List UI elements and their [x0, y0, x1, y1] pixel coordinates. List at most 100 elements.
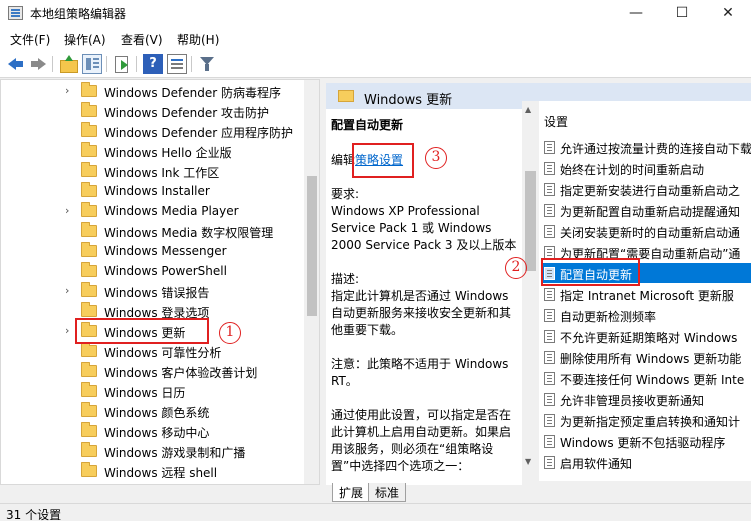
chevron-right-icon[interactable]: › [65, 84, 69, 97]
tab-standard[interactable]: 标准 [368, 483, 407, 502]
setting-label: 指定 Intranet Microsoft 更新服 [560, 289, 734, 303]
settings-scrollbar[interactable]: ▲ ▼ [522, 101, 539, 481]
tree-item[interactable]: › Windows 错误报告 [1, 281, 304, 301]
tree-item-label: Windows 客户体验改善计划 [104, 366, 258, 380]
setting-row[interactable]: 允许通过按流量计费的连接自动下载 [542, 137, 751, 157]
setting-row[interactable]: 启用软件通知 [542, 452, 751, 472]
status-text: 31 个设置 [6, 508, 62, 521]
description-text: 指定此计算机是否通过 Windows 自动更新服务来接收安全更新和其他重要下载。 [331, 289, 512, 337]
tree-item[interactable]: Windows 可靠性分析 [1, 341, 304, 361]
tree-item-label: Windows Defender 防病毒程序 [104, 86, 281, 100]
settings-column-header[interactable]: 设置 [544, 113, 568, 130]
settings-scrollbar-thumb[interactable] [525, 171, 536, 271]
policy-setting-icon [544, 183, 555, 196]
view-tabs: 扩展 标准 [326, 483, 526, 503]
setting-row[interactable]: 关闭安装更新时的自动重新启动通 [542, 221, 751, 241]
tree-item[interactable]: › Windows Defender 防病毒程序 [1, 81, 304, 101]
setting-label: 允许非管理员接收更新通知 [560, 394, 705, 408]
back-arrow-icon[interactable] [6, 54, 26, 74]
forward-arrow-icon[interactable] [28, 54, 48, 74]
tree-item[interactable]: Windows Installer [1, 181, 304, 201]
folder-icon [81, 262, 97, 277]
annotation-highlight-tree [75, 318, 209, 344]
setting-row[interactable]: 为更新指定预定重启转换和通知计 [542, 410, 751, 430]
scroll-down-icon[interactable]: ▼ [525, 457, 531, 466]
requirements-label: 要求: [331, 187, 360, 201]
folder-icon [81, 462, 97, 477]
tree-item[interactable]: Windows Defender 应用程序防护 [1, 121, 304, 141]
policy-setting-icon [544, 309, 555, 322]
show-tree-icon[interactable] [82, 54, 102, 74]
tree-item[interactable]: Windows Hello 企业版 [1, 141, 304, 161]
chevron-right-icon[interactable]: › [65, 284, 69, 297]
policy-setting-icon [544, 288, 555, 301]
tree-item[interactable]: Windows Messenger [1, 241, 304, 261]
folder-icon [81, 102, 97, 117]
setting-row[interactable]: Windows 更新不包括驱动程序 [542, 431, 751, 451]
close-button[interactable]: ✕ [705, 0, 751, 26]
toolbar: ? [0, 50, 751, 78]
settings-list-pane: ▲ ▼ 设置 允许通过按流量计费的连接自动下载 始终在计划的时间重新启动指定更新安… [522, 101, 751, 481]
tree-item-label: Windows Media Player [104, 204, 239, 218]
chevron-right-icon[interactable]: › [65, 204, 69, 217]
setting-row[interactable]: 不要连接任何 Windows 更新 Inte [542, 368, 751, 388]
policy-setting-icon [544, 435, 555, 448]
tree-item[interactable]: Windows Defender 攻击防护 [1, 101, 304, 121]
scroll-up-icon[interactable]: ▲ [525, 105, 531, 114]
window-title: 本地组策略编辑器 [30, 7, 127, 21]
setting-label: 删除使用所有 Windows 更新功能 [560, 352, 742, 366]
setting-label: 为更新指定预定重启转换和通知计 [560, 415, 741, 429]
tree-item[interactable]: Windows 游戏录制和广播 [1, 441, 304, 461]
tab-extended[interactable]: 扩展 [332, 483, 371, 502]
setting-row[interactable]: 始终在计划的时间重新启动 [542, 158, 751, 178]
folder-icon [81, 202, 97, 217]
menu-view[interactable]: 查看(V) [121, 31, 163, 48]
properties-icon[interactable] [167, 54, 187, 74]
folder-icon [81, 342, 97, 357]
setting-label: 指定更新安装进行自动重新启动之 [560, 184, 741, 198]
tree-item[interactable]: Windows 颜色系统 [1, 401, 304, 421]
policy-setting-icon [544, 162, 555, 175]
tree-item[interactable]: Windows 客户体验改善计划 [1, 361, 304, 381]
folder-icon [81, 422, 97, 437]
more-text: 通过使用此设置，可以指定是否在此计算机上启用自动更新。如果启用该服务，则必须在“… [331, 408, 512, 473]
setting-row[interactable]: 指定更新安装进行自动重新启动之 [542, 179, 751, 199]
tree-scrollbar[interactable] [304, 80, 319, 484]
tree-item[interactable]: Windows 日历 [1, 381, 304, 401]
policy-setting-icon [544, 330, 555, 343]
setting-row[interactable]: 自动更新检测频率 [542, 305, 751, 325]
tree-item-label: Windows PowerShell [104, 264, 227, 278]
setting-row[interactable]: 允许非管理员接收更新通知 [542, 389, 751, 409]
folder-icon [81, 142, 97, 157]
menu-file[interactable]: 文件(F) [10, 31, 50, 48]
tree-item[interactable]: Windows 移动中心 [1, 421, 304, 441]
toolbar-separator [52, 56, 53, 72]
annotation-number: 1 [219, 322, 241, 344]
tree-item-label: Windows Defender 应用程序防护 [104, 126, 293, 140]
toolbar-separator [106, 56, 107, 72]
folder-icon [81, 442, 97, 457]
setting-row[interactable]: 不允许更新延期策略对 Windows [542, 326, 751, 346]
setting-row[interactable]: 为更新配置自动重新启动提醒通知 [542, 200, 751, 220]
maximize-button[interactable]: ☐ [659, 0, 705, 26]
tree-item[interactable]: Windows PowerShell [1, 261, 304, 281]
minimize-button[interactable]: — [613, 0, 659, 26]
tree-item[interactable]: Windows 远程 shell [1, 461, 304, 481]
menu-help[interactable]: 帮助(H) [177, 31, 219, 48]
annotation-number: 3 [425, 147, 447, 169]
annotation-highlight-link [352, 143, 414, 178]
tree-item[interactable]: Windows Media 数字权限管理 [1, 221, 304, 241]
menu-action[interactable]: 操作(A) [64, 31, 106, 48]
setting-row[interactable]: 指定 Intranet Microsoft 更新服 [542, 284, 751, 304]
tree-scrollbar-thumb[interactable] [307, 176, 317, 316]
export-list-icon[interactable] [112, 54, 132, 74]
folder-up-icon[interactable] [58, 54, 78, 74]
tree-item[interactable]: Windows Ink 工作区 [1, 161, 304, 181]
setting-row[interactable]: 删除使用所有 Windows 更新功能 [542, 347, 751, 367]
tree-item-label: Windows 可靠性分析 [104, 346, 222, 360]
tree-item[interactable]: › Windows Media Player [1, 201, 304, 221]
filter-icon[interactable] [197, 54, 217, 74]
chevron-right-icon[interactable]: › [65, 324, 69, 337]
tree-item-label: Windows Media 数字权限管理 [104, 226, 274, 240]
help-icon[interactable]: ? [143, 54, 163, 74]
